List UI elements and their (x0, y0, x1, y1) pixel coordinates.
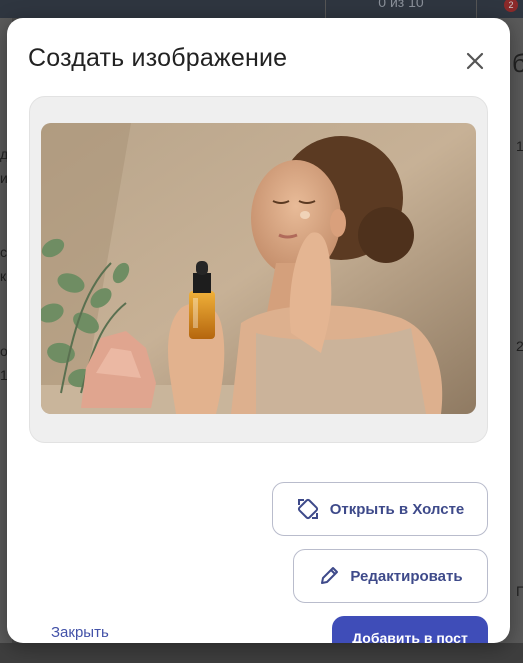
background-text-fragment: П (516, 583, 523, 599)
edit-button[interactable]: Редактировать (293, 549, 488, 603)
image-preview-frame (29, 96, 488, 443)
edit-label: Редактировать (350, 567, 463, 585)
create-image-dialog: Создать изображение Открыть в Холсте Ред… (7, 18, 510, 643)
close-icon (466, 52, 484, 70)
background-title-fragment: б (512, 48, 523, 78)
background-bottom-bar (0, 643, 523, 663)
pencil-icon (321, 567, 339, 584)
background-text-fragment: 2 (516, 338, 523, 354)
generated-image-graphic (41, 123, 476, 414)
canvas-sync-icon (297, 498, 318, 520)
background-counter: 0 из 10 (325, 0, 477, 18)
open-in-canvas-label: Открыть в Холсте (329, 500, 465, 518)
background-text-fragment: 1 (516, 138, 523, 154)
add-to-post-label: Добавить в пост (352, 630, 468, 643)
generated-image[interactable] (41, 123, 476, 414)
background-topbar: 0 из 10 2 (0, 0, 523, 18)
close-button[interactable] (462, 48, 488, 74)
open-in-canvas-button[interactable]: Открыть в Холсте (272, 482, 488, 536)
dialog-title: Создать изображение (28, 44, 288, 72)
close-link[interactable]: Закрыть (51, 624, 109, 641)
notification-badge: 2 (504, 0, 518, 12)
background-text-fragment: с (0, 244, 7, 260)
background-text-fragment: к (0, 268, 7, 284)
add-to-post-button[interactable]: Добавить в пост (332, 616, 488, 643)
